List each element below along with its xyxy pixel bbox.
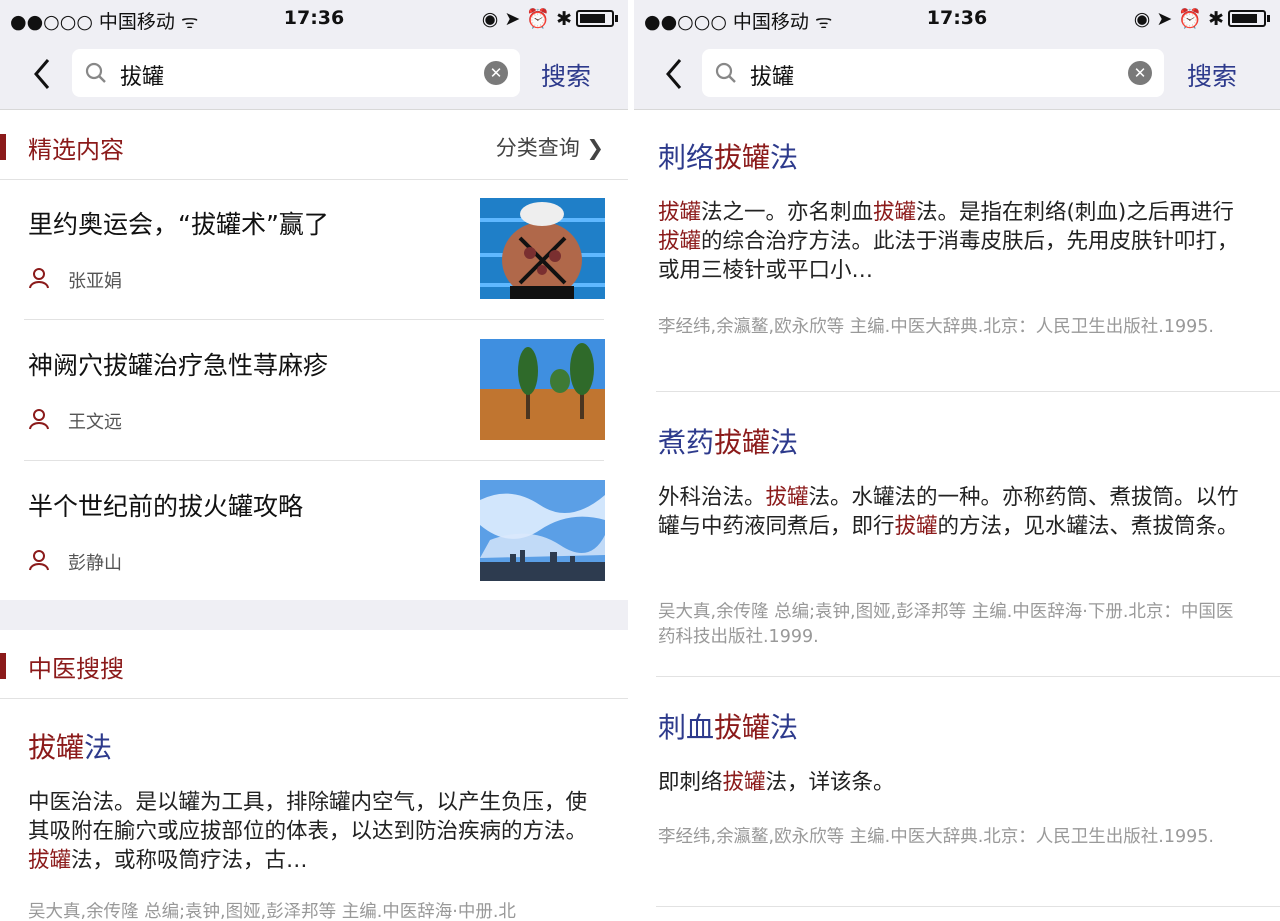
result-title[interactable]: 刺络拔罐法: [658, 136, 798, 176]
result-source: 李经纬,余瀛鳌,欧永欣等 主编.中医大辞典.北京：人民卫生出版社.1995.: [658, 317, 1214, 337]
article-title: 半个世纪前的拔火罐攻略: [28, 492, 304, 521]
status-icons: ◉ ➤ ⏰ ✱: [481, 7, 618, 30]
person-icon: [29, 409, 49, 430]
section-title: 精选内容: [28, 136, 124, 164]
entry-body: 中医治法。是以罐为工具，排除罐内空气，以产生负压，使其吸附在腧穴或应拔部位的体表…: [28, 788, 602, 875]
entry-body-text: 中医治法。是以罐为工具，排除罐内空气，以产生负压，使其吸附在腧穴或应拔部位的体表…: [28, 790, 588, 844]
search-button[interactable]: 搜索: [1187, 57, 1237, 93]
result-body-text: 法之一。亦名刺血: [701, 200, 874, 225]
entry-body-text: 法，或称吸筒疗法，古…: [71, 848, 308, 873]
status-bar: ●●○○○ 中国移动 ᯤ 17:36 ◉ ➤ ⏰ ✱: [634, 0, 1280, 38]
tcm-search-section-header: 中医搜搜: [0, 631, 628, 699]
article-author: 张亚娟: [68, 271, 122, 292]
trees-field-photo: [480, 339, 605, 440]
result-separator: [656, 391, 1280, 392]
result-body-text: 外科治法。: [658, 485, 766, 510]
article-title: 里约奥运会，“拔罐术”赢了: [28, 210, 329, 239]
result-title-text: 法: [770, 426, 799, 459]
result-body-highlight: 拔罐: [658, 229, 702, 254]
clear-icon[interactable]: ✕: [484, 61, 508, 85]
result-separator: [656, 906, 1280, 907]
person-icon: [29, 268, 49, 289]
status-bar: ●●○○○ 中国移动 ᯤ 17:36 ◉ ➤ ⏰ ✱: [0, 0, 628, 38]
article-title: 神阙穴拔罐治疗急性荨麻疹: [28, 351, 329, 380]
result-title-text: 法: [770, 141, 799, 174]
result-title-highlight: 拔罐: [714, 141, 771, 174]
right-phone-screen: ●●○○○ 中国移动 ᯤ 17:36 ◉ ➤ ⏰ ✱ 拔罐 ✕ 搜索 刺络拔罐法…: [634, 0, 1280, 921]
result-body-text: 的综合治疗方法。此法于消毒皮肤后，先用皮肤针叩打，或用三棱针或平口小…: [658, 229, 1239, 283]
person-icon: [29, 550, 49, 571]
battery-icon: [1228, 10, 1270, 27]
result-body-highlight: 拔罐: [722, 770, 766, 795]
result-body-text: 的方法，见水罐法、煮拔筒条。: [937, 514, 1239, 539]
article-author: 彭静山: [68, 553, 122, 574]
result-body-highlight: 拔罐: [658, 200, 702, 225]
search-query[interactable]: 拔罐: [120, 59, 164, 91]
result-title[interactable]: 刺血拔罐法: [658, 706, 798, 746]
status-glyphs: ◉ ➤ ⏰ ✱: [1133, 8, 1224, 30]
result-body-text: 法，详该条。: [765, 770, 895, 795]
result-title-text: 刺络: [658, 141, 715, 174]
result-separator: [656, 676, 1280, 677]
section-marker: [0, 653, 6, 679]
section-gap: [0, 600, 628, 630]
section-title: 中医搜搜: [28, 655, 124, 683]
article-item[interactable]: 神阙穴拔罐治疗急性荨麻疹 王文远: [24, 320, 605, 461]
battery-icon: [576, 10, 618, 27]
article-item[interactable]: 半个世纪前的拔火罐攻略 彭静山: [24, 461, 605, 602]
search-query[interactable]: 拔罐: [750, 59, 794, 91]
swimmer-photo: [480, 198, 605, 299]
sky-city-photo: [480, 480, 605, 581]
search-icon: [85, 62, 106, 83]
result-body-highlight: 拔罐: [873, 200, 917, 225]
result-body-text: 即刺络: [658, 770, 723, 795]
featured-section-header: 精选内容 分类查询 ❯: [0, 112, 628, 180]
category-query-link[interactable]: 分类查询 ❯: [496, 132, 604, 162]
result-body-highlight: 拔罐: [765, 485, 809, 510]
result-title-text: 法: [770, 711, 799, 744]
result-body: 外科治法。拔罐法。水罐法的一种。亦称药筒、煮拔筒。以竹罐与中药液同煮后，即行拔罐…: [658, 483, 1240, 541]
entry-title-rest: 法: [84, 731, 113, 764]
entry-source: 吴大真,余传隆 总编;袁钟,图娅,彭泽邦等 主编.中医辞海·中册.北: [28, 902, 516, 921]
back-chevron-icon[interactable]: [660, 56, 690, 92]
search-navbar: 拔罐 ✕ 搜索: [634, 38, 1280, 110]
status-icons: ◉ ➤ ⏰ ✱: [1133, 7, 1270, 30]
result-title-highlight: 拔罐: [714, 426, 771, 459]
result-title-highlight: 拔罐: [714, 711, 771, 744]
result-source: 吴大真,余传隆 总编;袁钟,图娅,彭泽邦等 主编.中医辞海·下册.北京：中国医药…: [658, 602, 1234, 647]
status-glyphs: ◉ ➤ ⏰ ✱: [481, 8, 572, 30]
result-body-text: 法。是指在刺络(刺血)之后再进行: [916, 200, 1234, 225]
result-title-text: 煮药: [658, 426, 715, 459]
result-source: 李经纬,余瀛鳌,欧永欣等 主编.中医大辞典.北京：人民卫生出版社.1995.: [658, 827, 1214, 847]
back-chevron-icon[interactable]: [28, 56, 58, 92]
result-title-text: 刺血: [658, 711, 715, 744]
result-body: 拔罐法之一。亦名刺血拔罐法。是指在刺络(刺血)之后再进行拔罐的综合治疗方法。此法…: [658, 198, 1240, 285]
result-body-highlight: 拔罐: [894, 514, 938, 539]
search-button[interactable]: 搜索: [541, 57, 591, 93]
result-body: 即刺络拔罐法，详该条。: [658, 768, 1240, 797]
left-phone-screen: ●●○○○ 中国移动 ᯤ 17:36 ◉ ➤ ⏰ ✱ 拔罐 ✕ 搜索 精选内容 …: [0, 0, 628, 921]
entry-body-highlight: 拔罐: [28, 848, 72, 873]
article-item[interactable]: 里约奥运会，“拔罐术”赢了 张亚娟: [24, 179, 605, 320]
search-icon: [715, 62, 736, 83]
entry-title-highlight: 拔罐: [28, 731, 85, 764]
search-input[interactable]: 拔罐 ✕: [72, 49, 520, 97]
article-author: 王文远: [68, 412, 122, 433]
search-navbar: 拔罐 ✕ 搜索: [0, 38, 628, 110]
section-marker: [0, 134, 6, 160]
entry-title[interactable]: 拔罐法: [28, 726, 112, 766]
result-title[interactable]: 煮药拔罐法: [658, 421, 798, 461]
clear-icon[interactable]: ✕: [1128, 61, 1152, 85]
search-input[interactable]: 拔罐 ✕: [702, 49, 1164, 97]
